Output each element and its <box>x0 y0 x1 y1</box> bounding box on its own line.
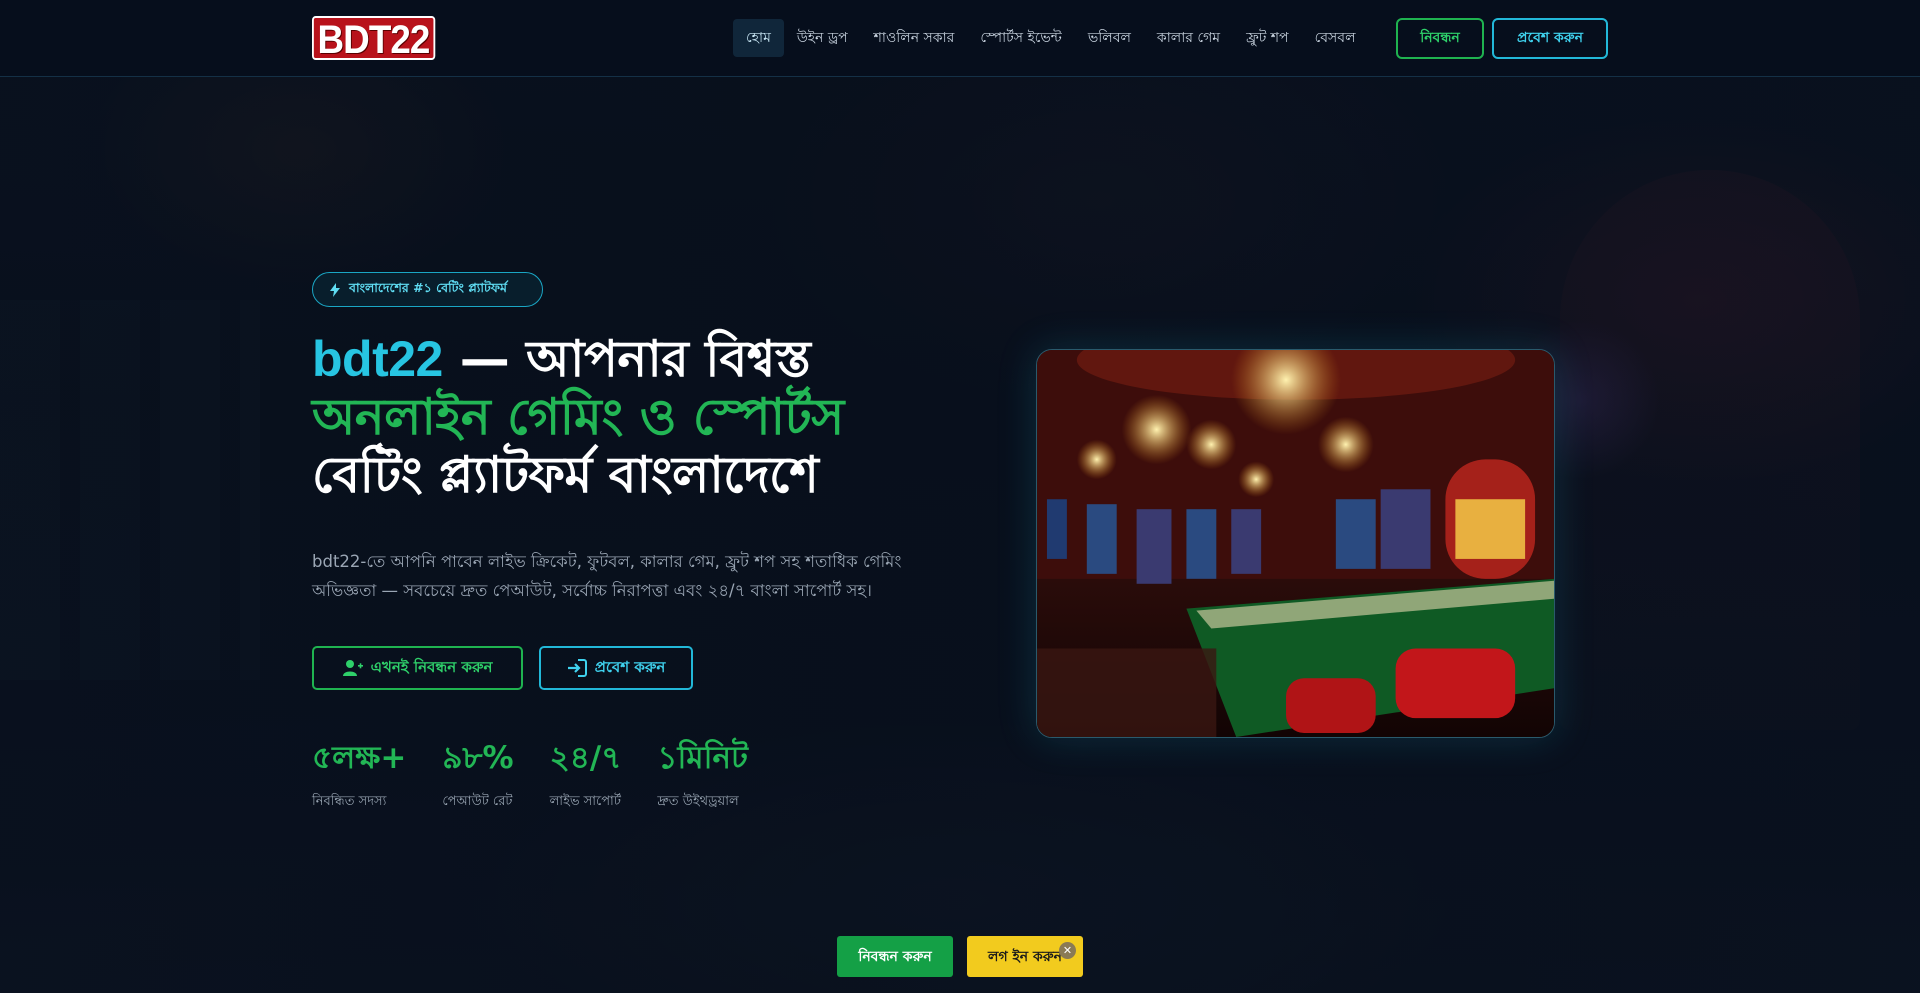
stat-item: ৯৮% পেআউট রেট <box>442 736 513 813</box>
hero-title-brand: bdt22 <box>312 331 443 387</box>
site-logo[interactable]: BDT22 <box>312 16 436 62</box>
casino-hero-image <box>1036 349 1555 738</box>
stat-item: ৫লক্ষ+ নিবন্ধিত সদস্য <box>312 736 406 813</box>
nav-item-home[interactable]: হোম <box>733 19 784 57</box>
stats-row: ৫লক্ষ+ নিবন্ধিত সদস্য ৯৮% পেআউট রেট ২৪/৭… <box>312 736 784 813</box>
hero-title-part1: — আপনার বিশ্বস্ত <box>442 330 811 388</box>
hero-register-label: এখনই নিবন্ধন করুন <box>370 657 493 676</box>
hero-register-button[interactable]: এখনই নিবন্ধন করুন <box>312 646 523 690</box>
stat-item: ২৪/৭ লাইভ সাপোর্ট <box>550 736 622 813</box>
stat-label: দ্রুত উইথড্রয়াল <box>657 794 739 809</box>
stat-value: ৯৮% <box>442 740 514 776</box>
nav-item-sports-event[interactable]: স্পোর্টস ইভেন্ট <box>967 19 1074 57</box>
hero-title-part3: বেটিং প্ল্যাটফর্ম বাংলাদেশে <box>312 446 819 504</box>
hero-badge: বাংলাদেশের #১ বেটিং প্ল্যাটফর্ম <box>312 272 543 307</box>
background-overlay <box>0 0 1920 993</box>
stat-value: ১মিনিট <box>657 740 748 776</box>
stat-label: পেআউট রেট <box>442 794 513 809</box>
stat-label: লাইভ সাপোর্ট <box>549 794 621 809</box>
hero-login-button[interactable]: প্রবেশ করুন <box>539 646 693 690</box>
stat-value: ২৪/৭ <box>549 740 622 776</box>
stat-label: নিবন্ধিত সদস্য <box>312 794 387 809</box>
nav-item-volleyball[interactable]: ভলিবল <box>1075 19 1144 57</box>
user-plus-icon <box>342 660 363 676</box>
nav-item-baseball[interactable]: বেসবল <box>1302 19 1369 57</box>
header-register-button[interactable]: নিবন্ধন <box>1396 18 1484 59</box>
site-header: BDT22 হোম উইন ড্রপ শাওলিন সকার স্পোর্টস … <box>0 0 1920 77</box>
stat-item: ১মিনিট দ্রুত উইথড্রয়াল <box>657 736 747 813</box>
hero-badge-text: বাংলাদেশের #১ বেটিং প্ল্যাটফর্ম <box>349 279 507 295</box>
stat-value: ৫লক্ষ+ <box>312 740 407 776</box>
hero-login-label: প্রবেশ করুন <box>594 657 666 676</box>
hero-title: bdt22 — আপনার বিশ্বস্ত অনলাইন গেমিং ও স্… <box>312 330 952 504</box>
header-login-button[interactable]: প্রবেশ করুন <box>1492 18 1608 59</box>
sign-in-icon <box>567 659 587 677</box>
hero-title-part2: অনলাইন গেমিং ও স্পোর্টস <box>312 388 844 446</box>
nav-item-color-game[interactable]: কালার গেম <box>1144 19 1233 57</box>
hero-description: bdt22-তে আপনি পাবেন লাইভ ক্রিকেট, ফুটবল,… <box>312 552 902 600</box>
nav-item-shaolin-soccer[interactable]: শাওলিন সকার <box>861 19 968 57</box>
nav-item-fruit-shop[interactable]: ফ্রুট শপ <box>1233 19 1302 57</box>
nav-item-win-drop[interactable]: উইন ড্রপ <box>784 19 861 57</box>
background <box>0 0 1920 993</box>
close-icon[interactable]: ✕ <box>1059 942 1076 959</box>
sticky-register-button[interactable]: নিবন্ধন করুন <box>837 936 953 977</box>
lightning-icon <box>330 282 340 297</box>
main-nav: হোম উইন ড্রপ শাওলিন সকার স্পোর্টস ইভেন্ট… <box>733 19 1369 57</box>
